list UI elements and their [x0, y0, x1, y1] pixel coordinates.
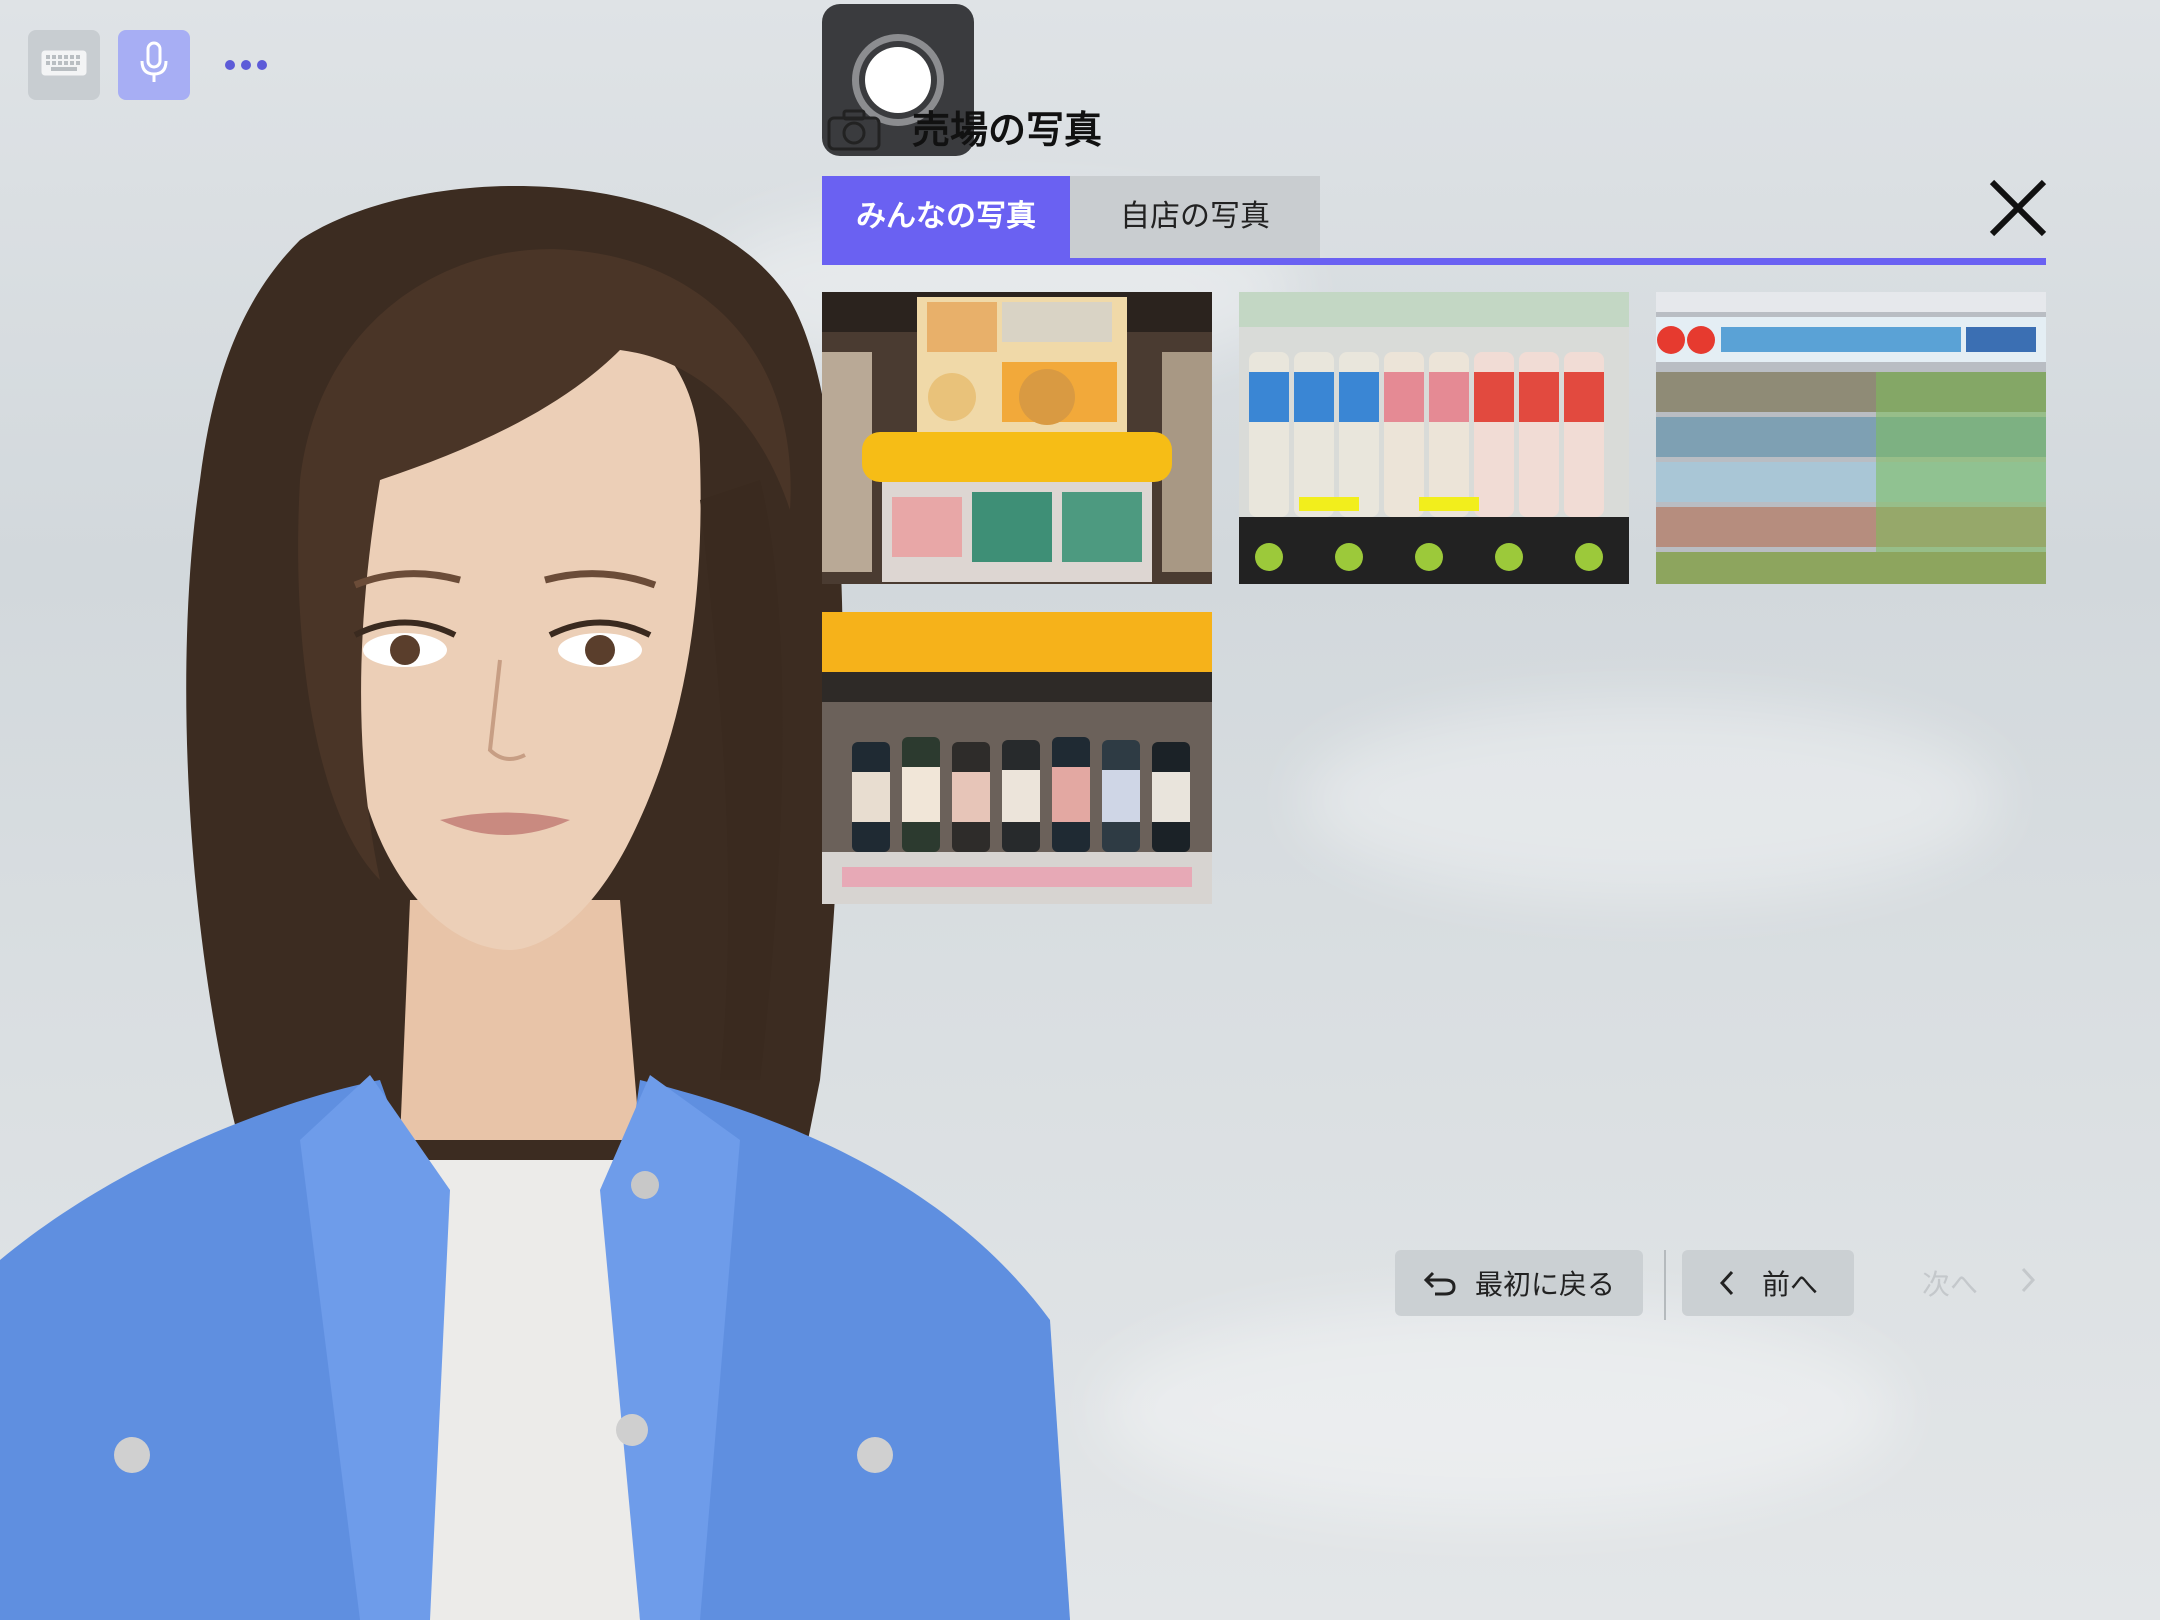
previous-button[interactable]: 前へ	[1682, 1250, 1854, 1316]
previous-label: 前へ	[1762, 1268, 1819, 1301]
tab-own-store-photos[interactable]: 自店の写真	[1070, 176, 1320, 258]
close-button[interactable]	[1980, 170, 2056, 246]
undo-arrow-icon	[1415, 1269, 1465, 1297]
next-button[interactable]: 次へ	[1896, 1250, 2068, 1316]
photo-thumbnail[interactable]	[1239, 292, 1629, 584]
tab-everyone-photos[interactable]: みんなの写真	[822, 176, 1070, 258]
bg-cloud	[1300, 700, 2000, 900]
chevron-right-icon	[2018, 1266, 2038, 1301]
keyboard-icon	[41, 50, 87, 80]
tab-underline	[822, 258, 2046, 265]
close-icon	[1989, 179, 2047, 237]
nav-divider	[1664, 1250, 1666, 1320]
next-label: 次へ	[1922, 1268, 1979, 1301]
microphone-button[interactable]	[118, 30, 190, 100]
keyboard-button[interactable]	[28, 30, 100, 100]
panel-title: 売場の写真	[912, 108, 1103, 152]
back-to-start-button[interactable]: 最初に戻る	[1395, 1250, 1643, 1316]
microphone-icon	[137, 41, 171, 89]
more-dots-icon	[225, 60, 267, 70]
photo-tabs: みんなの写真 自店の写真	[822, 176, 2046, 266]
back-to-start-label: 最初に戻る	[1475, 1268, 1616, 1301]
photo-thumbnail[interactable]	[1656, 292, 2046, 584]
bg-cloud	[1100, 1300, 1900, 1520]
photo-thumbnail[interactable]	[822, 612, 1212, 904]
photo-thumbnail[interactable]	[822, 292, 1212, 584]
chevron-left-icon	[1702, 1269, 1752, 1297]
more-options-button[interactable]	[210, 30, 282, 100]
